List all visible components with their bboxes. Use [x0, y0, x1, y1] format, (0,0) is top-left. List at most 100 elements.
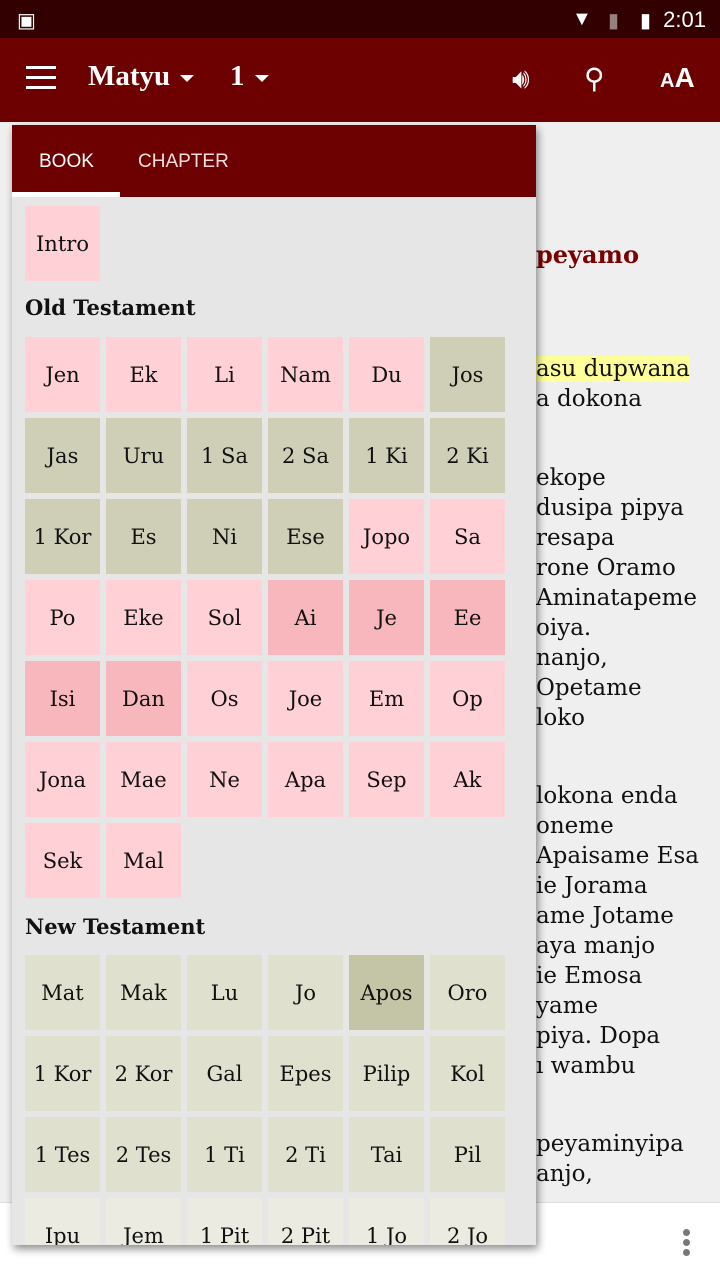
book-button[interactable]: Es: [106, 499, 181, 574]
book-button[interactable]: 2 Sa: [268, 418, 343, 493]
book-button[interactable]: Nam: [268, 337, 343, 412]
book-button[interactable]: Jo: [268, 955, 343, 1030]
book-button[interactable]: Ne: [187, 742, 262, 817]
book-button[interactable]: 1 Pit: [187, 1198, 262, 1245]
menu-icon[interactable]: [26, 66, 56, 90]
text-size-icon[interactable]: AA: [660, 62, 695, 94]
text-fragment: piya. Dopa: [536, 1023, 661, 1049]
book-intro[interactable]: Intro: [25, 206, 100, 281]
book-button[interactable]: Ak: [430, 742, 505, 817]
book-button[interactable]: Ese: [268, 499, 343, 574]
verse-text-line: loko: [536, 705, 585, 731]
book-button[interactable]: Je: [349, 580, 424, 655]
book-button[interactable]: Sa: [430, 499, 505, 574]
verse-text-line: ame Jotame: [536, 903, 674, 929]
book-button[interactable]: 1 Ti: [187, 1117, 262, 1192]
book-button[interactable]: Li: [187, 337, 262, 412]
book-button[interactable]: 2 Pit: [268, 1198, 343, 1245]
book-button[interactable]: Ai: [268, 580, 343, 655]
verse-text-line: peyaminyipa: [536, 1131, 684, 1157]
book-button[interactable]: Po: [25, 580, 100, 655]
book-button[interactable]: Du: [349, 337, 424, 412]
book-button[interactable]: Lu: [187, 955, 262, 1030]
book-button[interactable]: Mat: [25, 955, 100, 1030]
verse-text-line: oiya.: [536, 615, 591, 641]
text-fragment: peyaminyipa: [536, 1131, 684, 1157]
text-fragment: Apaisame Esa: [536, 843, 699, 869]
book-button[interactable]: Ee: [430, 580, 505, 655]
book-button[interactable]: Joe: [268, 661, 343, 736]
book-button[interactable]: Mal: [106, 823, 181, 898]
book-button[interactable]: 1 Jo: [349, 1198, 424, 1245]
book-button[interactable]: 2 Jo: [430, 1198, 505, 1245]
book-button[interactable]: Apos: [349, 955, 424, 1030]
book-button[interactable]: Jas: [25, 418, 100, 493]
speaker-icon[interactable]: 🔊︎: [512, 62, 530, 96]
book-button[interactable]: Epes: [268, 1036, 343, 1111]
selector-tabs: BOOK CHAPTER: [12, 125, 536, 197]
text-fragment: ie Emosa: [536, 963, 643, 989]
tab-book[interactable]: BOOK: [39, 151, 94, 173]
book-button[interactable]: Gal: [187, 1036, 262, 1111]
book-button[interactable]: 2 Kor: [106, 1036, 181, 1111]
text-fragment: loko: [536, 705, 585, 731]
clock: 2:01: [663, 7, 706, 32]
book-button[interactable]: 1 Sa: [187, 418, 262, 493]
book-button[interactable]: Sek: [25, 823, 100, 898]
book-button[interactable]: Dan: [106, 661, 181, 736]
verse-text-line: oneme: [536, 813, 614, 839]
book-button[interactable]: Pil: [430, 1117, 505, 1192]
book-button[interactable]: 1 Kor: [25, 1036, 100, 1111]
book-button[interactable]: Ek: [106, 337, 181, 412]
image-icon: ▣: [17, 10, 36, 32]
book-button[interactable]: Jona: [25, 742, 100, 817]
book-button[interactable]: Mae: [106, 742, 181, 817]
text-fragment: Opetame: [536, 675, 642, 701]
chevron-down-icon: [180, 74, 195, 82]
text-fragment: Aminatapeme: [536, 585, 698, 611]
verse-text-line: rone Oramo: [536, 555, 676, 581]
text-fragment: oneme: [536, 813, 614, 839]
verse-text-line: resapa: [536, 525, 615, 551]
verse-text-line: ie Jorama: [536, 873, 648, 899]
text-fragment: oiya.: [536, 615, 592, 641]
verse-text-line: yame: [536, 993, 598, 1019]
book-button[interactable]: Eke: [106, 580, 181, 655]
book-button[interactable]: Isi: [25, 661, 100, 736]
book-button[interactable]: Op: [430, 661, 505, 736]
verse-text-line: nanjo,: [536, 645, 608, 671]
more-options-icon[interactable]: [683, 1229, 693, 1259]
book-button[interactable]: Pilip: [349, 1036, 424, 1111]
book-button[interactable]: Jem: [106, 1198, 181, 1245]
verse-text-line: ı wambu: [536, 1053, 635, 1079]
book-button[interactable]: 1 Tes: [25, 1117, 100, 1192]
book-button[interactable]: 1 Ki: [349, 418, 424, 493]
book-button[interactable]: Sol: [187, 580, 262, 655]
text-fragment: peyamo: [536, 240, 639, 269]
book-button[interactable]: Os: [187, 661, 262, 736]
verse-text-line: a dokona: [536, 386, 642, 412]
text-fragment: ı wambu: [536, 1053, 636, 1079]
book-button[interactable]: Ni: [187, 499, 262, 574]
book-button[interactable]: Ipu: [25, 1198, 100, 1245]
book-button[interactable]: 2 Ti: [268, 1117, 343, 1192]
book-button[interactable]: Oro: [430, 955, 505, 1030]
book-button[interactable]: Tai: [349, 1117, 424, 1192]
book-button[interactable]: Apa: [268, 742, 343, 817]
book-button[interactable]: Jopo: [349, 499, 424, 574]
book-button[interactable]: Jen: [25, 337, 100, 412]
book-button[interactable]: 2 Ki: [430, 418, 505, 493]
chapter-selector[interactable]: 1: [230, 60, 269, 93]
book-button[interactable]: Uru: [106, 418, 181, 493]
tab-chapter[interactable]: CHAPTER: [138, 151, 229, 173]
book-button[interactable]: Mak: [106, 955, 181, 1030]
book-button[interactable]: Jos: [430, 337, 505, 412]
book-button[interactable]: 2 Tes: [106, 1117, 181, 1192]
book-button[interactable]: Em: [349, 661, 424, 736]
book-button[interactable]: 1 Kor: [25, 499, 100, 574]
book-selector[interactable]: Matyu: [88, 60, 195, 93]
book-button[interactable]: Sep: [349, 742, 424, 817]
text-fragment: dusipa pipya: [536, 495, 684, 521]
search-icon[interactable]: ⚲: [584, 62, 605, 95]
book-button[interactable]: Kol: [430, 1036, 505, 1111]
